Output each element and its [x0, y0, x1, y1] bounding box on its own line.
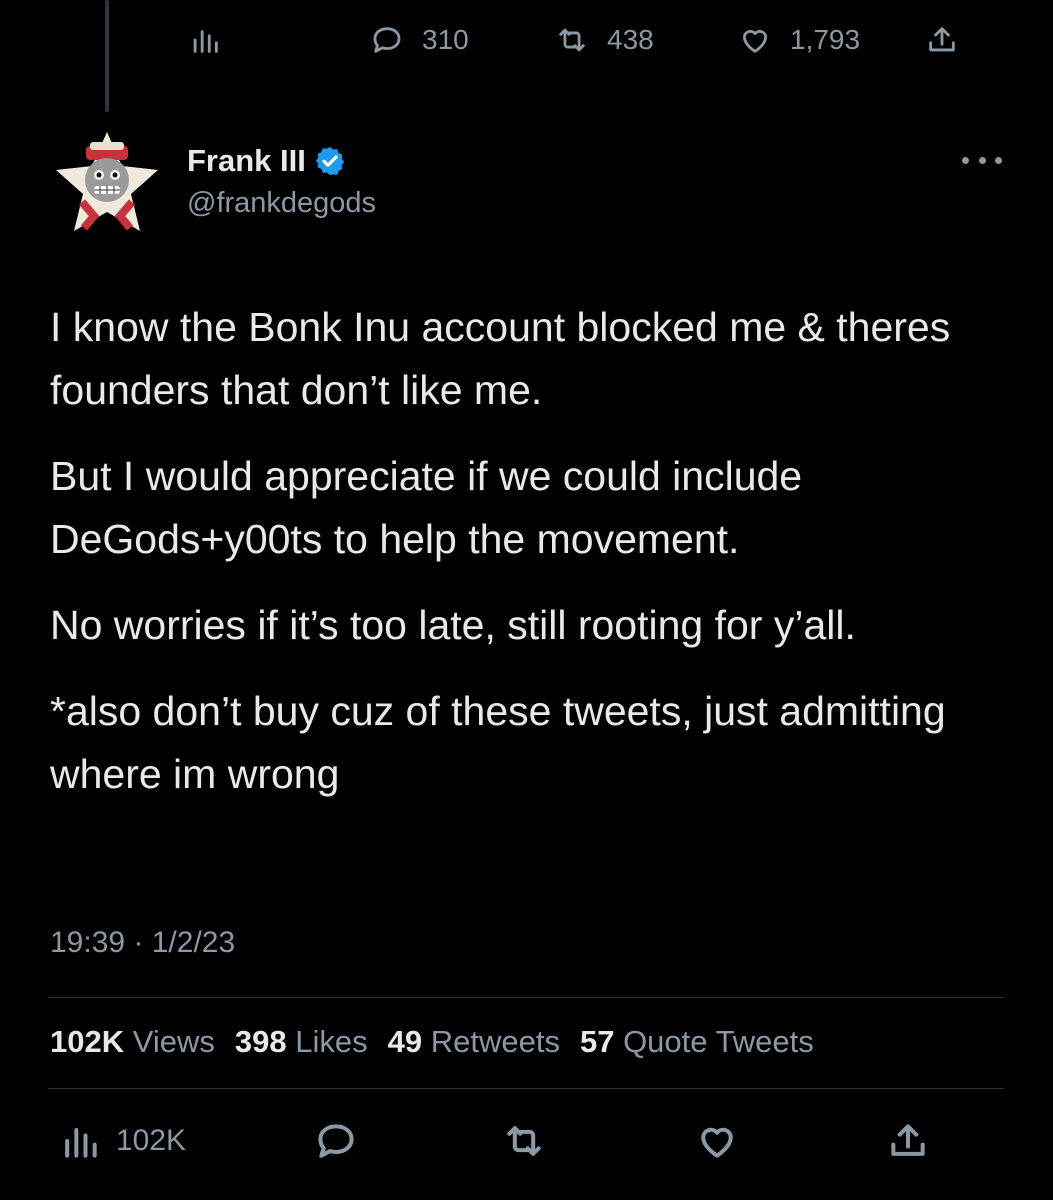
- tweet-paragraph: No worries if it’s too late, still rooti…: [50, 602, 856, 648]
- retweet-button[interactable]: 438: [555, 18, 654, 62]
- share-button[interactable]: [925, 18, 959, 62]
- reply-icon: [373, 27, 401, 53]
- tweet-author[interactable]: Frank III @frankdegods: [187, 143, 376, 220]
- thread-connector-line: [105, 0, 109, 112]
- reply-icon: [318, 1124, 354, 1158]
- avatar-image: [56, 132, 158, 231]
- tweet-text: I know the Bonk Inu account blocked me &…: [50, 296, 1010, 829]
- more-dot-icon: [978, 156, 986, 164]
- reply-count: 310: [422, 24, 469, 55]
- views-stat[interactable]: 102K Views: [50, 1024, 215, 1060]
- heart-icon: [701, 1127, 733, 1158]
- reply-button[interactable]: 310: [370, 18, 469, 62]
- share-icon: [891, 1124, 925, 1156]
- divider: [48, 997, 1004, 998]
- retweet-icon: [507, 1126, 541, 1156]
- divider: [48, 1088, 1004, 1089]
- retweet-icon: [559, 28, 585, 52]
- analytics-icon: [65, 1127, 97, 1158]
- views-count: 102K: [116, 1124, 187, 1157]
- like-count: 1,793: [790, 24, 861, 55]
- more-dot-icon: [962, 156, 969, 164]
- more-options-button[interactable]: [962, 146, 1002, 174]
- tweet-paragraph: I know the Bonk Inu account blocked me &…: [50, 304, 951, 413]
- quote-tweets-stat[interactable]: 57 Quote Tweets: [580, 1024, 814, 1060]
- retweets-stat[interactable]: 49 Retweets: [388, 1024, 560, 1060]
- heart-icon: [742, 29, 768, 53]
- tweet-stats: 102K Views 398 Likes 49 Retweets 57 Quot…: [50, 1024, 814, 1060]
- avatar[interactable]: [52, 128, 162, 238]
- author-handle[interactable]: @frankdegods: [187, 187, 376, 220]
- reply-button[interactable]: [314, 1116, 358, 1166]
- like-button[interactable]: [695, 1116, 739, 1166]
- retweet-button[interactable]: [502, 1116, 546, 1166]
- share-button[interactable]: [886, 1116, 930, 1166]
- author-name[interactable]: Frank III: [187, 143, 306, 179]
- tweet-action-bar: 102K: [0, 1116, 1053, 1166]
- verified-badge-icon: [315, 147, 345, 175]
- tweet-timestamp[interactable]: 19:39 · 1/2/23: [50, 926, 235, 960]
- tweet-paragraph: *also don’t buy cuz of these tweets, jus…: [50, 688, 946, 797]
- more-dot-icon: [995, 156, 1002, 164]
- likes-stat[interactable]: 398 Likes: [235, 1024, 368, 1060]
- previous-tweet-action-bar: 310 438 1,793: [180, 18, 970, 62]
- tweet-paragraph: But I would appreciate if we could inclu…: [50, 453, 803, 562]
- views-button[interactable]: 102K: [58, 1116, 186, 1166]
- analytics-icon: [193, 30, 218, 53]
- share-icon: [929, 27, 955, 52]
- like-button[interactable]: 1,793: [738, 18, 860, 62]
- views-button[interactable]: [188, 18, 222, 62]
- retweet-count: 438: [607, 24, 654, 55]
